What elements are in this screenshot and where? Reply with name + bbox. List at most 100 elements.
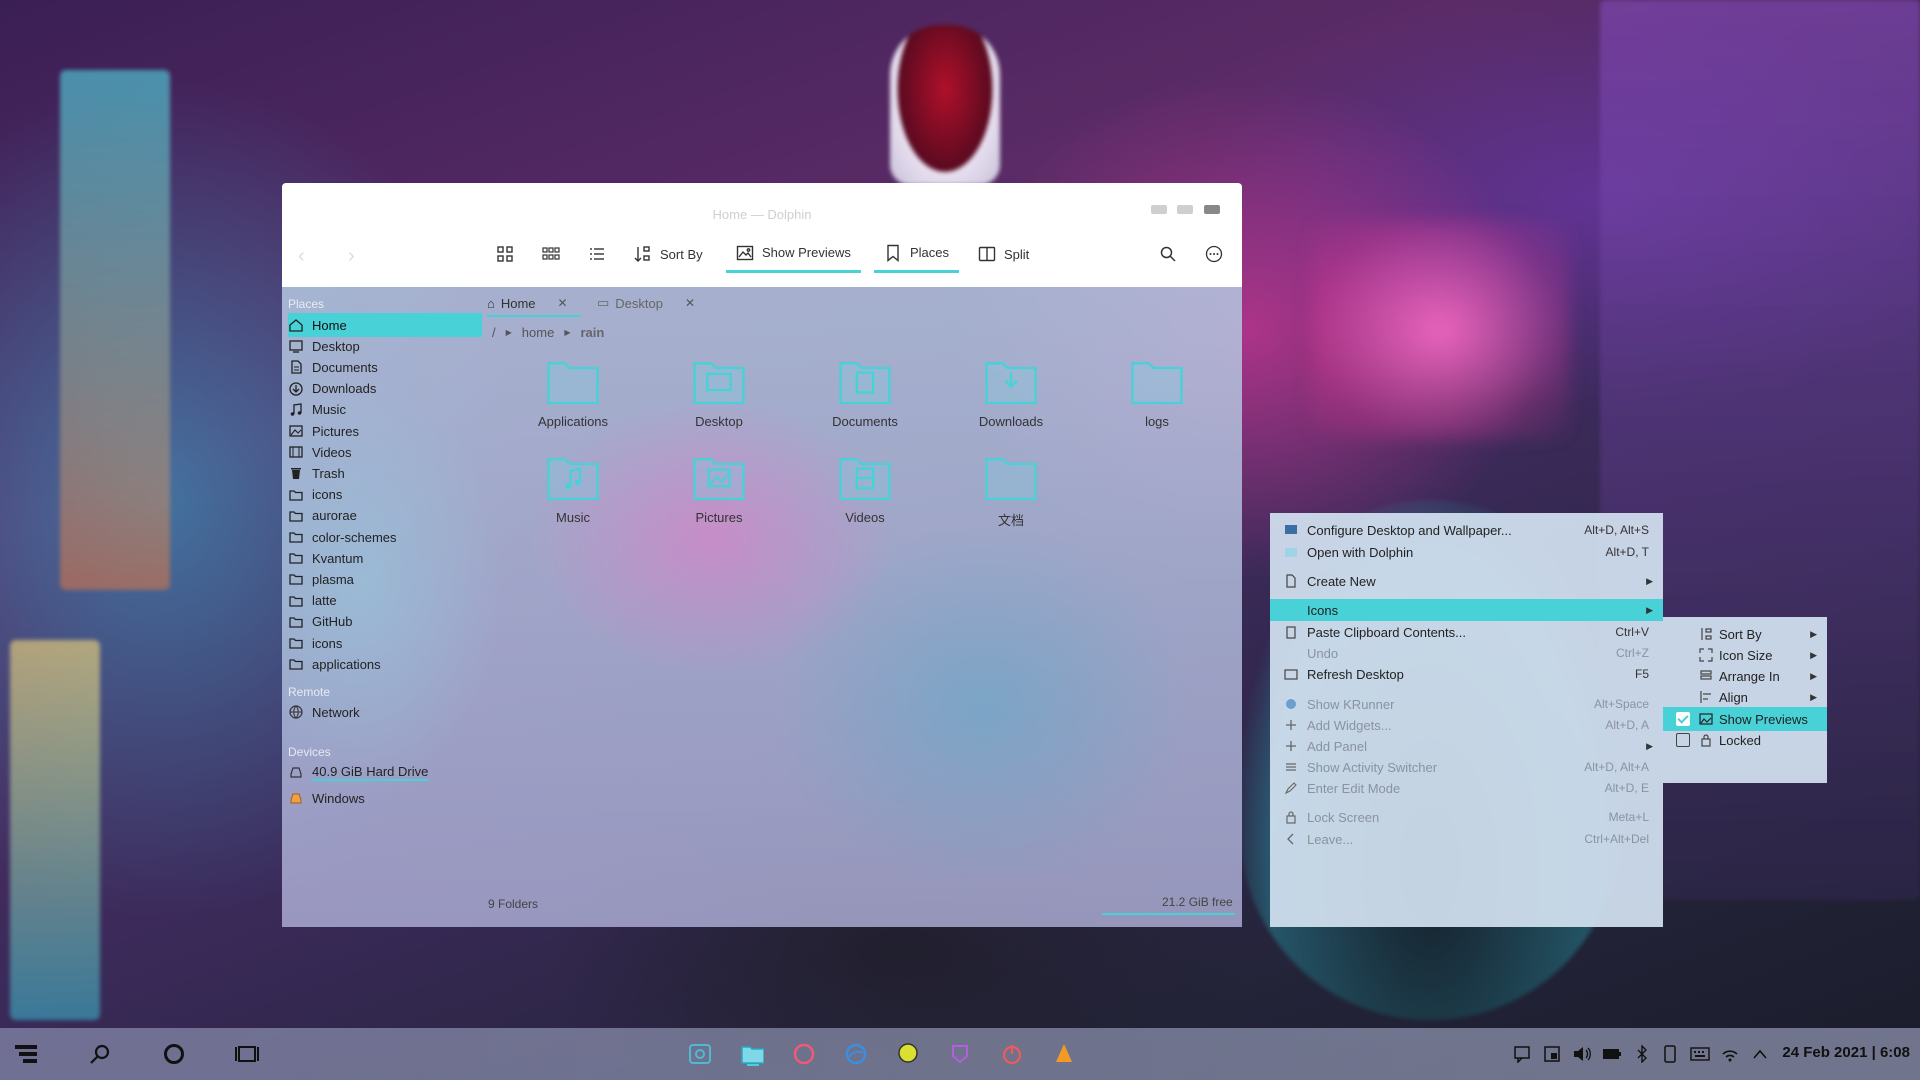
cortana-icon[interactable] <box>162 1042 186 1066</box>
maximize-button[interactable] <box>1177 205 1193 214</box>
menu-item-configure-desktop-and-wallpaper[interactable]: Configure Desktop and Wallpaper... Alt+D,… <box>1270 519 1663 541</box>
home-icon: ⌂ <box>487 295 495 311</box>
submenu-item-align[interactable]: Align ▶ <box>1663 685 1827 709</box>
folder-icon <box>288 487 304 503</box>
chevron-right-icon: ▶ <box>1646 604 1653 615</box>
sort-by-button[interactable]: Sort By <box>634 235 703 273</box>
file-item[interactable]: Videos <box>805 453 925 525</box>
folder-icon <box>288 635 304 651</box>
phone-icon[interactable] <box>1658 1042 1682 1066</box>
chevron-right-icon: ▶ <box>564 328 571 337</box>
start-menu-icon[interactable] <box>14 1042 38 1066</box>
bluetooth-icon[interactable] <box>1630 1042 1654 1066</box>
places-header: Places <box>288 297 325 311</box>
chat-app-icon[interactable] <box>896 1042 920 1066</box>
file-manager-icon[interactable] <box>740 1042 764 1066</box>
image-icon <box>736 245 754 260</box>
tab-desktop[interactable]: ▭ Desktop ✕ <box>597 291 697 315</box>
breadcrumb-current[interactable]: rain <box>580 325 604 340</box>
menu-item-shortcut: Ctrl+Alt+Del <box>1584 832 1649 846</box>
details-view-button[interactable] <box>588 235 606 273</box>
minimize-button[interactable] <box>1151 205 1167 214</box>
volume-icon[interactable] <box>1570 1042 1594 1066</box>
app-icon-red[interactable] <box>792 1042 816 1066</box>
vlc-icon[interactable] <box>1052 1042 1076 1066</box>
search-icon[interactable] <box>88 1042 112 1066</box>
arrange-icon <box>1699 669 1715 683</box>
folder-videos-icon <box>839 458 891 501</box>
file-item[interactable]: Downloads <box>951 357 1071 429</box>
keyboard-icon[interactable] <box>1688 1042 1712 1066</box>
file-item[interactable]: Pictures <box>659 453 779 525</box>
split-button[interactable]: Split <box>978 235 1029 273</box>
menu-item-leave[interactable]: Leave... Ctrl+Alt+Del <box>1270 828 1663 850</box>
close-button[interactable] <box>1204 205 1220 214</box>
close-tab-icon[interactable]: ✕ <box>685 296 695 310</box>
breadcrumb-root[interactable]: / <box>492 325 496 340</box>
free-space: 21.2 GiB free <box>1102 895 1235 915</box>
submenu-item-label: Show Previews <box>1719 711 1808 727</box>
sidebar-item-applications[interactable]: applications <box>288 652 482 676</box>
sidebar-item-hard-drive[interactable]: 40.9 GiB Hard Drive <box>288 760 482 784</box>
menu-item-lock-screen[interactable]: Lock Screen Meta+L <box>1270 806 1663 828</box>
menu-item-label: Open with Dolphin <box>1307 544 1414 560</box>
sidebar-item-label: Windows <box>312 790 365 806</box>
menu-item-refresh-desktop[interactable]: Refresh Desktop F5 <box>1270 663 1663 685</box>
menu-item-paste-clipboard-contents[interactable]: Paste Clipboard Contents... Ctrl+V <box>1270 621 1663 643</box>
breadcrumb-home[interactable]: home <box>522 325 555 340</box>
places-button[interactable]: Places <box>874 235 960 273</box>
menu-item-add-panel[interactable]: Add Panel ▶ <box>1270 735 1663 757</box>
app-icon-purple[interactable] <box>948 1042 972 1066</box>
screenshot-app-icon[interactable] <box>688 1042 712 1066</box>
chevron-up-icon[interactable] <box>1748 1042 1772 1066</box>
menu-item-enter-edit-mode[interactable]: Enter Edit Mode Alt+D, E <box>1270 777 1663 799</box>
menu-item-show-activity-switcher[interactable]: Show Activity Switcher Alt+D, Alt+A <box>1270 756 1663 778</box>
file-item[interactable]: Documents <box>805 357 925 429</box>
folder-icon <box>288 593 304 609</box>
browser-icon[interactable] <box>844 1042 868 1066</box>
file-item[interactable]: Desktop <box>659 357 779 429</box>
menu-item-label: Undo <box>1307 645 1339 661</box>
battery-icon[interactable] <box>1600 1042 1624 1066</box>
file-item[interactable]: Applications <box>513 357 633 429</box>
chevron-right-icon: ▶ <box>1646 575 1653 586</box>
wallpaper-sign-left <box>60 70 170 590</box>
compact-view-button[interactable] <box>542 235 560 273</box>
icons-view-icon <box>497 246 513 262</box>
menu-button[interactable] <box>1205 235 1223 273</box>
sidebar-item-windows[interactable]: Windows <box>288 786 482 810</box>
menu-item-shortcut: Alt+D, Alt+S <box>1584 523 1649 537</box>
notifications-icon[interactable] <box>1510 1042 1534 1066</box>
checkbox[interactable] <box>1676 712 1690 726</box>
sidebar-item-label: applications <box>312 656 381 672</box>
sort-icon <box>634 246 650 262</box>
forward-button[interactable]: › <box>348 245 355 268</box>
file-item[interactable]: 文档 <box>951 453 1071 529</box>
menu-item-open-with-dolphin[interactable]: Open with Dolphin Alt+D, T <box>1270 541 1663 563</box>
lock-icon <box>1283 810 1299 824</box>
menu-item-shortcut: F5 <box>1634 667 1649 681</box>
task-view-icon[interactable] <box>235 1042 259 1066</box>
trash-icon <box>288 465 304 481</box>
wifi-icon[interactable] <box>1718 1042 1742 1066</box>
submenu-item-locked[interactable]: Locked <box>1663 728 1827 752</box>
menu-item-add-widgets[interactable]: Add Widgets... Alt+D, A <box>1270 714 1663 736</box>
show-previews-button[interactable]: Show Previews <box>726 235 861 273</box>
search-button[interactable] <box>1159 235 1177 273</box>
folder-icon <box>288 614 304 630</box>
clock[interactable]: 24 Feb 2021 | 6:08 <box>1782 1044 1910 1061</box>
sidebar-item-network[interactable]: Network <box>288 700 482 724</box>
menu-item-create-new[interactable]: Create New ▶ <box>1270 570 1663 592</box>
menu-item-icons[interactable]: Icons ▶ <box>1270 599 1663 621</box>
tab-home[interactable]: ⌂ Home ✕ <box>487 291 581 317</box>
menu-item-show-krunner[interactable]: Show KRunner Alt+Space <box>1270 693 1663 715</box>
checkbox[interactable] <box>1676 733 1690 747</box>
chevron-right-icon: ▶ <box>1810 628 1817 639</box>
file-item[interactable]: logs <box>1097 357 1217 429</box>
icons-view-button[interactable] <box>496 235 514 273</box>
clipboard-icon[interactable] <box>1540 1042 1564 1066</box>
file-item[interactable]: Music <box>513 453 633 525</box>
back-button[interactable]: ‹ <box>298 245 305 268</box>
power-app-icon[interactable] <box>1000 1042 1024 1066</box>
close-tab-icon[interactable]: ✕ <box>558 296 568 310</box>
